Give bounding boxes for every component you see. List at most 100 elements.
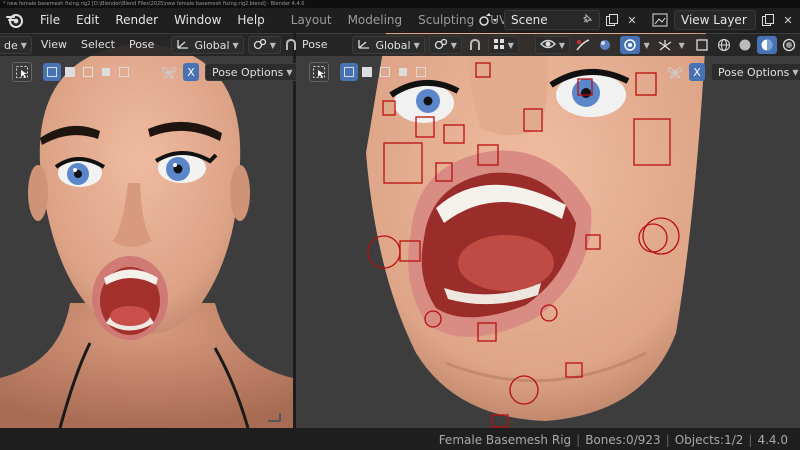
right-pose-options-row: X Pose Options ▼ [664, 60, 800, 84]
view-layer-field[interactable]: View Layer [674, 10, 756, 30]
material-preview-icon[interactable] [757, 36, 778, 54]
left-menu-view[interactable]: View [34, 34, 74, 56]
view-layer-selector: View Layer ✕ [648, 10, 798, 30]
select-mode-intersect-icon[interactable] [412, 63, 430, 81]
chevron-down-icon[interactable]: ▼ [644, 41, 650, 50]
chevron-down-icon: ▼ [232, 40, 239, 50]
pivot-point-icon [253, 38, 267, 53]
left-pose-options-label: Pose Options [212, 65, 284, 79]
window-title: * new female basemesh fixing.rig2 [D:\Bl… [0, 0, 800, 8]
menu-render[interactable]: Render [107, 8, 166, 32]
chevron-down-icon: ▼ [792, 67, 799, 77]
right-pose-options-dropdown[interactable]: Pose Options ▼ [711, 63, 800, 81]
scene-selector: Scene ✕ [474, 10, 642, 30]
tab-layout[interactable]: Layout [283, 8, 340, 32]
select-mode-subtract-icon[interactable] [79, 63, 97, 81]
tab-modeling[interactable]: Modeling [340, 8, 411, 32]
right-orientation-label: Global [375, 38, 411, 52]
snap-target-dropdown[interactable]: ▼ [487, 36, 519, 54]
status-rig-name: Female Basemesh Rig [438, 433, 572, 447]
select-mode-invert-icon[interactable] [394, 63, 412, 81]
menu-window[interactable]: Window [166, 8, 229, 32]
status-separator: | [576, 433, 581, 447]
status-bones: Bones:0/923 [585, 433, 661, 447]
bone-gizmo-icon[interactable] [655, 36, 675, 54]
view-layer-icon[interactable] [648, 10, 672, 30]
pivot-point-icon [434, 38, 448, 53]
select-mode-new-icon[interactable] [340, 63, 358, 81]
chevron-down-icon: ▼ [507, 40, 514, 50]
scene-name: Scene [511, 13, 548, 27]
status-version: 4.4.0 [757, 433, 788, 447]
select-mode-new-icon[interactable] [43, 63, 61, 81]
snap-icon[interactable] [465, 36, 485, 54]
menu-help[interactable]: Help [229, 8, 272, 32]
right-mirror-x-toggle[interactable]: X [689, 63, 705, 81]
chevron-down-icon: ▼ [558, 40, 566, 50]
close-view-layer-icon[interactable]: ✕ [778, 10, 798, 30]
chevron-down-icon: ▼ [269, 40, 276, 50]
select-mode-subtract-icon[interactable] [376, 63, 394, 81]
left-viewport-header: de ▼ View Select Pose Global ▼ ▼ [0, 34, 296, 56]
mirror-butterfly-icon [159, 63, 179, 81]
chevron-down-icon: ▼ [450, 40, 457, 50]
left-pose-options-dropdown[interactable]: Pose Options ▼ [205, 63, 300, 81]
select-mode-invert-icon[interactable] [97, 63, 115, 81]
right-orientation-dropdown[interactable]: Global ▼ [352, 36, 425, 54]
right-mode-label[interactable]: Pose [296, 34, 334, 56]
status-bar: Female Basemesh Rig | Bones:0/923 | Obje… [0, 430, 800, 450]
rendered-shading-icon[interactable] [779, 36, 799, 54]
right-viewport[interactable] [296, 33, 800, 428]
right-pose-options-label: Pose Options [718, 65, 790, 79]
select-mode-intersect-icon[interactable] [115, 63, 133, 81]
blender-logo-icon[interactable] [6, 11, 24, 29]
left-mode-dropdown[interactable]: de ▼ [0, 36, 32, 54]
menu-edit[interactable]: Edit [68, 8, 107, 32]
tab-sculpting[interactable]: Sculpting [410, 8, 482, 32]
left-mode-label: de [4, 38, 18, 52]
new-view-layer-icon[interactable] [758, 10, 778, 30]
left-mirror-x-toggle[interactable]: X [183, 63, 199, 81]
left-tool-row: X Pose Options ▼ [12, 60, 300, 84]
left-orientation-label: Global [194, 38, 230, 52]
scene-name-field[interactable]: Scene [504, 10, 600, 30]
new-scene-icon[interactable] [602, 10, 622, 30]
transform-orientation-icon [176, 38, 190, 53]
grid-icon [493, 38, 505, 53]
left-pivot-dropdown[interactable]: ▼ [247, 36, 281, 54]
wireframe-shading-icon[interactable] [714, 36, 734, 54]
chevron-down-icon: ▼ [286, 67, 293, 77]
view-layer-name: View Layer [681, 13, 747, 27]
menu-file[interactable]: File [32, 8, 68, 32]
right-tool-row [309, 60, 430, 84]
right-pivot-dropdown[interactable]: ▼ [428, 36, 462, 54]
visibility-dropdown[interactable]: ▼ [534, 36, 571, 54]
xray-icon[interactable] [692, 36, 712, 54]
select-box-tool-icon[interactable] [309, 62, 329, 82]
select-mode-extend-icon[interactable] [61, 63, 79, 81]
right-viewport-render [296, 33, 800, 428]
gizmo-icon[interactable] [573, 36, 593, 54]
scene-icon[interactable] [474, 10, 502, 30]
left-viewport-render [0, 33, 293, 428]
right-viewport-header: Pose Global ▼ ▼ ▼ ▼ ▼ ▼ [296, 34, 800, 56]
overlay-icon[interactable] [619, 36, 640, 54]
select-mode-extend-icon[interactable] [358, 63, 376, 81]
chevron-down-icon: ▼ [20, 40, 27, 50]
sculpt-brush-icon[interactable] [595, 36, 615, 54]
select-box-tool-icon[interactable] [12, 62, 32, 82]
status-separator: | [748, 433, 753, 447]
solid-shading-icon[interactable] [735, 36, 755, 54]
left-viewport[interactable] [0, 33, 293, 428]
chevron-down-icon: ▼ [413, 40, 420, 50]
left-orientation-dropdown[interactable]: Global ▼ [171, 36, 244, 54]
close-scene-icon[interactable]: ✕ [622, 10, 642, 30]
left-menu-select[interactable]: Select [74, 34, 122, 56]
left-menu-pose[interactable]: Pose [122, 34, 161, 56]
eye-icon [539, 38, 556, 53]
status-objects: Objects:1/2 [674, 433, 744, 447]
transform-orientation-icon [357, 38, 371, 53]
status-separator: | [665, 433, 670, 447]
chevron-down-icon[interactable]: ▼ [679, 41, 685, 50]
pin-icon[interactable] [581, 13, 593, 28]
